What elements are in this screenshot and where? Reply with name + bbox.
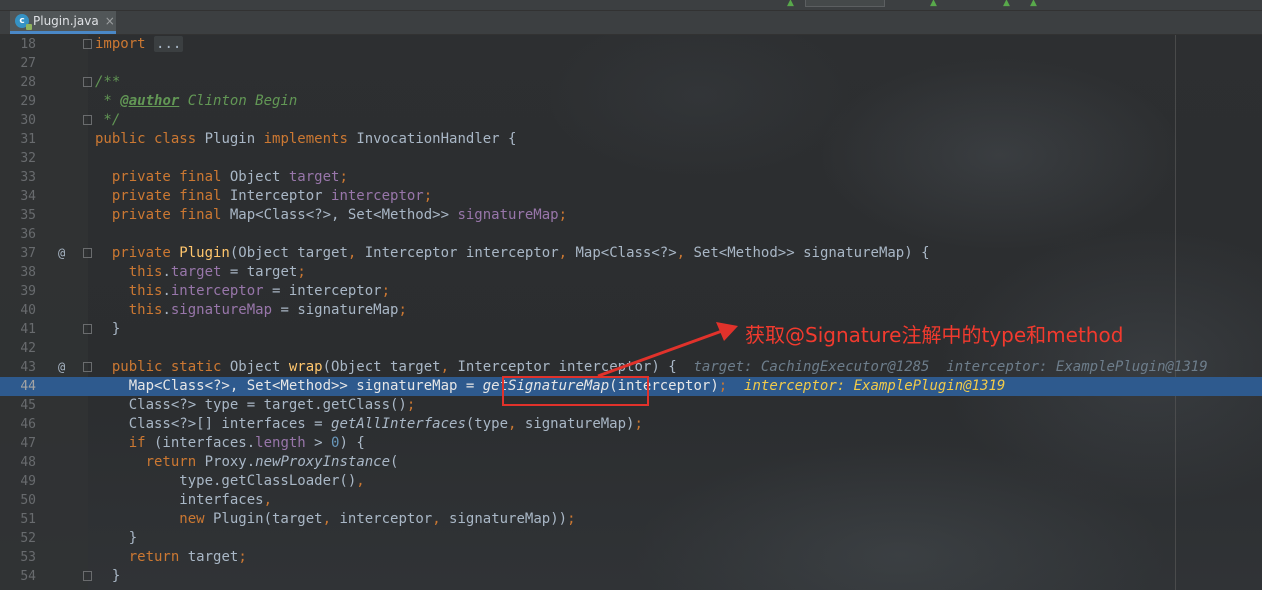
annotation-label: 获取@Signature注解中的type和method bbox=[745, 323, 1124, 347]
arrow-shaft bbox=[597, 329, 723, 378]
annotation-arrow-icon bbox=[597, 322, 738, 378]
